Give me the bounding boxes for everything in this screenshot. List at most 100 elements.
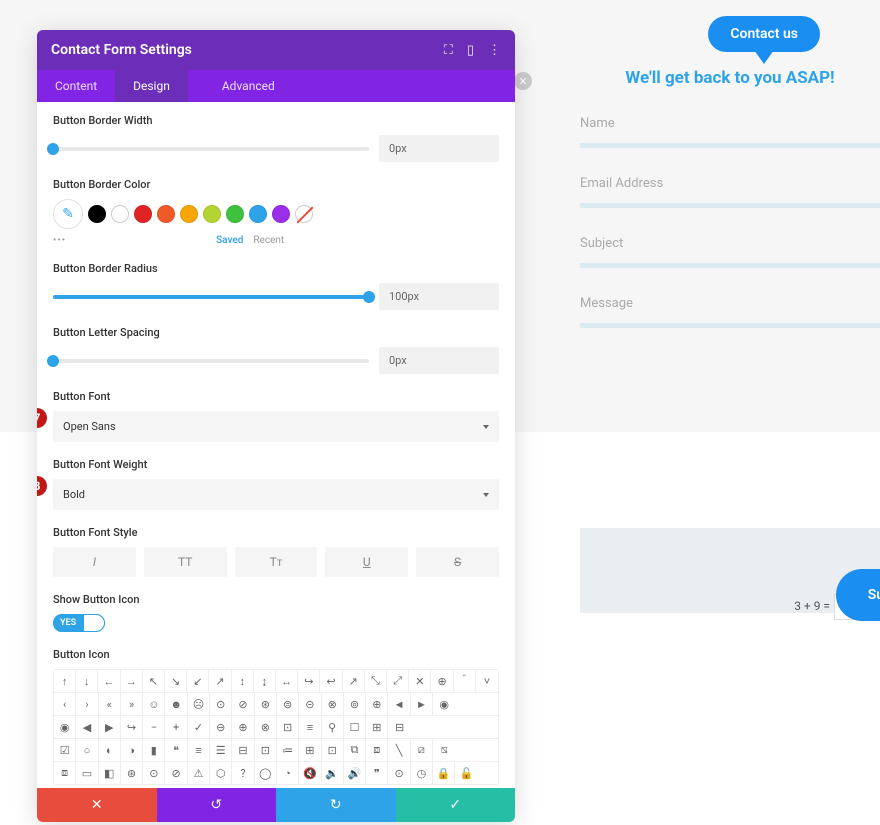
icon-choice[interactable]: ✓ — [188, 716, 210, 738]
icon-choice[interactable]: ☑ — [54, 739, 76, 761]
icon-choice[interactable]: ◐ — [99, 739, 121, 761]
font-select[interactable]: Open Sans — [53, 411, 499, 442]
icon-choice[interactable]: ↪ — [298, 670, 320, 692]
icon-choice[interactable]: › — [76, 693, 98, 715]
icon-choice[interactable]: ☰ — [210, 739, 232, 761]
icon-choice[interactable]: ⊗ — [255, 716, 277, 738]
icon-choice[interactable]: ⊕ — [232, 716, 254, 738]
icon-choice[interactable]: 🔊 — [344, 762, 366, 784]
icon-choice[interactable]: ⧈ — [54, 762, 76, 784]
icon-choice[interactable]: ↨ — [254, 670, 276, 692]
icon-choice[interactable]: ⧉ — [344, 739, 366, 761]
undo-button[interactable]: ↺ — [157, 788, 277, 822]
swatch-green[interactable] — [226, 205, 244, 223]
swatch-lime[interactable] — [203, 205, 221, 223]
icon-choice[interactable]: ⊡ — [277, 716, 299, 738]
icon-choice[interactable]: ⊙ — [210, 693, 232, 715]
swatch-orange[interactable] — [157, 205, 175, 223]
swatch-amber[interactable] — [180, 205, 198, 223]
icon-choice[interactable]: → — [121, 670, 143, 692]
icon-choice[interactable]: ⊗ — [322, 693, 344, 715]
icon-choice[interactable]: − — [143, 716, 165, 738]
icon-choice[interactable]: ◯ — [255, 762, 277, 784]
icon-choice[interactable]: ⊙ — [143, 762, 165, 784]
icon-choice[interactable]: ⊟ — [232, 739, 254, 761]
icon-choice[interactable]: ↕ — [232, 670, 254, 692]
color-picker-icon[interactable]: ✎ — [53, 199, 83, 229]
icon-choice[interactable]: ⊟ — [388, 716, 410, 738]
swatch-blue[interactable] — [249, 205, 267, 223]
columns-icon[interactable]: ▯ — [467, 43, 474, 58]
icon-choice[interactable]: ‹ — [54, 693, 76, 715]
icon-choice[interactable]: ← — [98, 670, 120, 692]
icon-choice[interactable]: ↓ — [76, 670, 98, 692]
swatch-white[interactable] — [111, 205, 129, 223]
icon-choice[interactable]: ↔ — [276, 670, 298, 692]
icon-choice[interactable]: 🔓 — [455, 762, 477, 784]
border-width-value[interactable] — [379, 135, 499, 162]
tab-content[interactable]: Content — [37, 70, 115, 102]
icon-choice[interactable]: ≡ — [188, 739, 210, 761]
icon-choice[interactable]: ⤡ — [365, 670, 387, 692]
icon-choice[interactable]: ⊙ — [388, 762, 410, 784]
field-name[interactable]: Name — [580, 110, 880, 143]
icon-choice[interactable]: ◷ — [411, 762, 433, 784]
icon-choice[interactable]: ◑ — [121, 739, 143, 761]
icon-choice[interactable]: ⊡ — [322, 739, 344, 761]
icon-choice[interactable]: ⊘ — [232, 693, 254, 715]
icon-choice[interactable]: 🔇 — [299, 762, 321, 784]
icon-choice[interactable]: ⧈ — [366, 739, 388, 761]
icon-choice[interactable]: ⤢ — [387, 670, 409, 692]
icon-choice[interactable]: ⊕ — [431, 670, 453, 692]
icon-choice[interactable]: ◀ — [76, 716, 98, 738]
field-subject[interactable]: Subject — [580, 230, 880, 263]
icon-choice[interactable]: ○ — [76, 739, 98, 761]
icon-choice[interactable]: ◉ — [433, 693, 455, 715]
tab-advanced[interactable]: Advanced — [204, 70, 293, 102]
icon-choice[interactable]: ☐ — [344, 716, 366, 738]
icon-choice[interactable]: ⧅ — [433, 739, 455, 761]
icon-choice[interactable]: 🔒 — [433, 762, 455, 784]
icon-choice[interactable]: ＾ — [454, 670, 476, 692]
icon-choice[interactable]: ↗ — [343, 670, 365, 692]
icon-choice[interactable]: ≔ — [277, 739, 299, 761]
icon-choice[interactable]: ↙ — [187, 670, 209, 692]
style-italic[interactable]: I — [53, 547, 136, 577]
icon-choice[interactable]: ⊖ — [210, 716, 232, 738]
more-icon[interactable]: ⋮ — [488, 43, 501, 58]
tab-design[interactable]: Design — [115, 70, 188, 102]
icon-choice[interactable]: ⊝ — [299, 693, 321, 715]
icon-choice[interactable]: ↗ — [209, 670, 231, 692]
icon-choice[interactable]: ☻ — [165, 693, 187, 715]
icon-choice[interactable]: ⊛ — [255, 693, 277, 715]
icon-choice[interactable]: ⊜ — [277, 693, 299, 715]
icon-choice[interactable]: ◔ — [277, 762, 299, 784]
icon-choice[interactable]: ╲ — [388, 739, 410, 761]
icon-choice[interactable]: ⊕ — [366, 693, 388, 715]
icon-choice[interactable]: ⊛ — [121, 762, 143, 784]
saved-link[interactable]: Saved — [216, 235, 243, 246]
icon-choice[interactable]: « — [99, 693, 121, 715]
field-message[interactable]: Message — [580, 290, 880, 323]
letter-spacing-value[interactable] — [379, 347, 499, 374]
icon-choice[interactable]: ↖ — [143, 670, 165, 692]
icon-choice[interactable]: ↑ — [54, 670, 76, 692]
icon-choice[interactable]: ⊡ — [255, 739, 277, 761]
icon-choice[interactable]: » — [121, 693, 143, 715]
swatch-red[interactable] — [134, 205, 152, 223]
icon-choice[interactable]: ◧ — [99, 762, 121, 784]
icon-choice[interactable]: ⊞ — [366, 716, 388, 738]
icon-choice[interactable]: ► — [411, 693, 433, 715]
cancel-button[interactable]: ✕ — [37, 788, 157, 822]
icon-choice[interactable]: ⊞ — [299, 739, 321, 761]
icon-choice[interactable]: ◄ — [388, 693, 410, 715]
show-icon-toggle[interactable]: YES — [53, 614, 105, 632]
icon-choice[interactable]: ⚲ — [322, 716, 344, 738]
more-colors-icon[interactable]: ••• — [53, 235, 66, 246]
icon-choice[interactable]: ⚠ — [188, 762, 210, 784]
icon-choice[interactable]: ≡ — [299, 716, 321, 738]
icon-choice[interactable]: ❝ — [165, 739, 187, 761]
icon-choice[interactable]: ↩ — [320, 670, 342, 692]
contact-us-badge[interactable]: Contact us — [708, 16, 820, 52]
border-radius-slider[interactable] — [53, 295, 369, 299]
